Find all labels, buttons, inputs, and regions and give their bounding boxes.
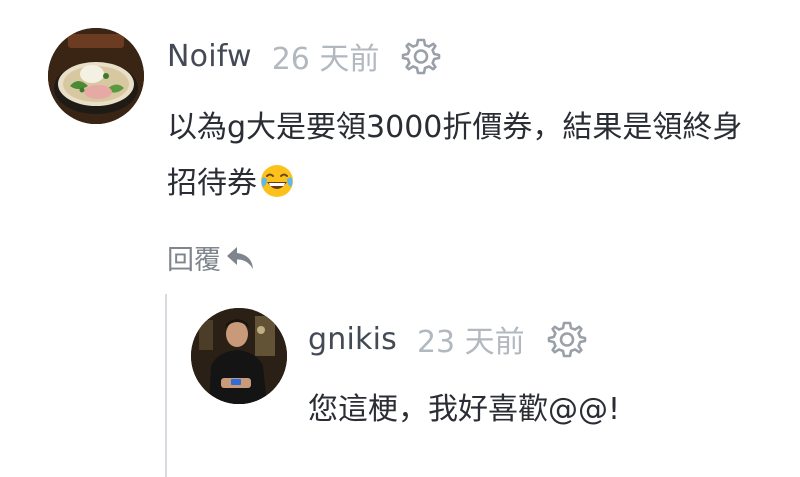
gear-icon[interactable]: [547, 319, 587, 359]
comment-meta: Noifw 26 天前: [167, 34, 441, 78]
timestamp: 26 天前: [271, 42, 380, 77]
comment-line: 招待券: [167, 156, 742, 212]
username[interactable]: Noifw: [167, 39, 252, 74]
avatar-gnikis[interactable]: [191, 308, 287, 404]
comment-line: 以為g大是要領3000折價券，結果是領終身: [167, 110, 743, 145]
person-photo-image: [191, 308, 287, 404]
username[interactable]: gnikis: [308, 322, 397, 357]
gear-icon[interactable]: [401, 36, 441, 76]
comment-line-text: 招待券: [167, 166, 257, 201]
reply-label: 回覆: [167, 245, 221, 276]
comment-line: 您這梗，我好喜歡@@!: [308, 392, 621, 427]
avatar-noifw[interactable]: [48, 28, 144, 124]
timestamp: 23 天前: [416, 325, 525, 360]
ramen-bowl-image: [48, 28, 144, 124]
reply-arrow-icon: [225, 243, 255, 273]
comment-body: 以為g大是要領3000折價券，結果是領終身 招待券: [167, 100, 742, 212]
face-with-tears-of-joy-icon: [259, 163, 295, 199]
comment-meta: gnikis 23 天前: [308, 317, 587, 361]
thread-line: [165, 294, 167, 477]
reply-button[interactable]: 回覆: [167, 238, 255, 277]
comment-body: 您這梗，我好喜歡@@!: [308, 382, 620, 438]
comment-thread: Noifw 26 天前 以為g大是要領3000折價券，結果是領終身 招待券 回覆…: [0, 0, 800, 477]
